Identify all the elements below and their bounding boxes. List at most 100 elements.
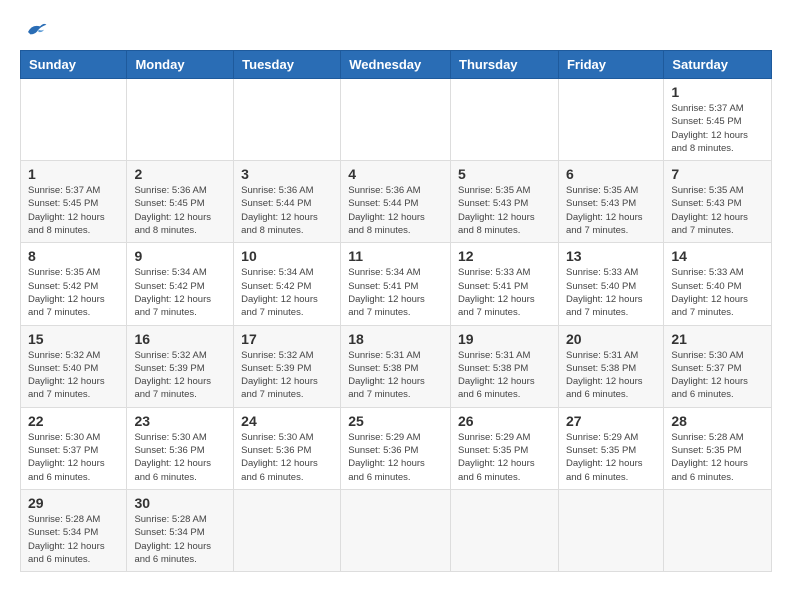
calendar-body: 1 Sunrise: 5:37 AMSunset: 5:45 PMDaylight… <box>21 79 772 572</box>
weekday-header-sunday: Sunday <box>21 51 127 79</box>
day-info: Sunrise: 5:33 AMSunset: 5:40 PMDaylight:… <box>566 266 656 319</box>
day-number: 12 <box>458 248 551 264</box>
calendar-cell: 5Sunrise: 5:35 AMSunset: 5:43 PMDaylight… <box>451 161 559 243</box>
day-info: Sunrise: 5:32 AMSunset: 5:40 PMDaylight:… <box>28 349 119 402</box>
day-number: 4 <box>348 166 443 182</box>
calendar-cell: 10Sunrise: 5:34 AMSunset: 5:42 PMDayligh… <box>234 243 341 325</box>
calendar-cell <box>127 79 234 161</box>
calendar-row: 1 Sunrise: 5:37 AMSunset: 5:45 PMDaylight… <box>21 161 772 243</box>
day-info: Sunrise: 5:36 AMSunset: 5:44 PMDaylight:… <box>241 184 333 237</box>
day-number: 17 <box>241 331 333 347</box>
day-number: 6 <box>566 166 656 182</box>
day-info: Sunrise: 5:37 AMSunset: 5:45 PMDaylight:… <box>671 102 764 155</box>
calendar-cell: 1 Sunrise: 5:37 AMSunset: 5:45 PMDaylight… <box>21 161 127 243</box>
day-info: Sunrise: 5:28 AMSunset: 5:34 PMDaylight:… <box>28 513 119 566</box>
day-info: Sunrise: 5:36 AMSunset: 5:44 PMDaylight:… <box>348 184 443 237</box>
day-number: 25 <box>348 413 443 429</box>
day-info: Sunrise: 5:31 AMSunset: 5:38 PMDaylight:… <box>458 349 551 402</box>
day-number: 19 <box>458 331 551 347</box>
weekday-header-monday: Monday <box>127 51 234 79</box>
day-info: Sunrise: 5:35 AMSunset: 5:43 PMDaylight:… <box>566 184 656 237</box>
day-info: Sunrise: 5:29 AMSunset: 5:35 PMDaylight:… <box>566 431 656 484</box>
calendar-cell <box>558 489 663 571</box>
day-info: Sunrise: 5:30 AMSunset: 5:36 PMDaylight:… <box>134 431 226 484</box>
day-info: Sunrise: 5:34 AMSunset: 5:42 PMDaylight:… <box>134 266 226 319</box>
calendar-cell: 26Sunrise: 5:29 AMSunset: 5:35 PMDayligh… <box>451 407 559 489</box>
day-info: Sunrise: 5:29 AMSunset: 5:36 PMDaylight:… <box>348 431 443 484</box>
day-number: 18 <box>348 331 443 347</box>
day-number: 2 <box>134 166 226 182</box>
calendar-cell: 3 Sunrise: 5:36 AMSunset: 5:44 PMDaylight… <box>234 161 341 243</box>
calendar-cell: 22 Sunrise: 5:30 AMSunset: 5:37 PMDayligh… <box>21 407 127 489</box>
calendar-cell: 14 Sunrise: 5:33 AMSunset: 5:40 PMDayligh… <box>664 243 772 325</box>
calendar-cell <box>341 489 451 571</box>
day-number: 21 <box>671 331 764 347</box>
weekday-header-saturday: Saturday <box>664 51 772 79</box>
weekday-header-friday: Friday <box>558 51 663 79</box>
day-info: Sunrise: 5:34 AMSunset: 5:41 PMDaylight:… <box>348 266 443 319</box>
calendar-header-row: SundayMondayTuesdayWednesdayThursdayFrid… <box>21 51 772 79</box>
day-info: Sunrise: 5:28 AMSunset: 5:35 PMDaylight:… <box>671 431 764 484</box>
calendar-cell: 18Sunrise: 5:31 AMSunset: 5:38 PMDayligh… <box>341 325 451 407</box>
calendar-cell <box>451 489 559 571</box>
calendar-cell: 8 Sunrise: 5:35 AMSunset: 5:42 PMDaylight… <box>21 243 127 325</box>
day-number: 27 <box>566 413 656 429</box>
calendar-cell: 11 Sunrise: 5:34 AMSunset: 5:41 PMDayligh… <box>341 243 451 325</box>
day-number: 9 <box>134 248 226 264</box>
calendar-cell: 30 Sunrise: 5:28 AMSunset: 5:34 PMDayligh… <box>127 489 234 571</box>
calendar-cell: 16Sunrise: 5:32 AMSunset: 5:39 PMDayligh… <box>127 325 234 407</box>
day-number: 10 <box>241 248 333 264</box>
day-number: 1 <box>28 166 119 182</box>
logo-bird-icon <box>24 20 48 40</box>
calendar-cell: 28Sunrise: 5:28 AMSunset: 5:35 PMDayligh… <box>664 407 772 489</box>
day-number: 20 <box>566 331 656 347</box>
day-info: Sunrise: 5:33 AMSunset: 5:40 PMDaylight:… <box>671 266 764 319</box>
logo <box>20 20 52 40</box>
calendar-cell: 25 Sunrise: 5:29 AMSunset: 5:36 PMDayligh… <box>341 407 451 489</box>
calendar-row: 8 Sunrise: 5:35 AMSunset: 5:42 PMDaylight… <box>21 243 772 325</box>
day-info: Sunrise: 5:28 AMSunset: 5:34 PMDaylight:… <box>134 513 226 566</box>
day-number: 15 <box>28 331 119 347</box>
day-number: 30 <box>134 495 226 511</box>
calendar-row: 29Sunrise: 5:28 AMSunset: 5:34 PMDayligh… <box>21 489 772 571</box>
day-number: 23 <box>134 413 226 429</box>
calendar-cell <box>664 489 772 571</box>
calendar-cell <box>21 79 127 161</box>
calendar-cell: 12 Sunrise: 5:33 AMSunset: 5:41 PMDayligh… <box>451 243 559 325</box>
weekday-header-wednesday: Wednesday <box>341 51 451 79</box>
calendar-cell: 24 Sunrise: 5:30 AMSunset: 5:36 PMDayligh… <box>234 407 341 489</box>
day-number: 7 <box>671 166 764 182</box>
day-number: 14 <box>671 248 764 264</box>
calendar-cell: 27 Sunrise: 5:29 AMSunset: 5:35 PMDayligh… <box>558 407 663 489</box>
day-number: 8 <box>28 248 119 264</box>
day-info: Sunrise: 5:36 AMSunset: 5:45 PMDaylight:… <box>134 184 226 237</box>
day-info: Sunrise: 5:31 AMSunset: 5:38 PMDaylight:… <box>566 349 656 402</box>
day-info: Sunrise: 5:32 AMSunset: 5:39 PMDaylight:… <box>134 349 226 402</box>
day-number: 24 <box>241 413 333 429</box>
day-info: Sunrise: 5:33 AMSunset: 5:41 PMDaylight:… <box>458 266 551 319</box>
calendar-cell: 20 Sunrise: 5:31 AMSunset: 5:38 PMDayligh… <box>558 325 663 407</box>
day-info: Sunrise: 5:35 AMSunset: 5:43 PMDaylight:… <box>671 184 764 237</box>
calendar-cell: 19 Sunrise: 5:31 AMSunset: 5:38 PMDayligh… <box>451 325 559 407</box>
day-info: Sunrise: 5:37 AMSunset: 5:45 PMDaylight:… <box>28 184 119 237</box>
day-info: Sunrise: 5:30 AMSunset: 5:37 PMDaylight:… <box>28 431 119 484</box>
day-number: 22 <box>28 413 119 429</box>
calendar-cell: 2 Sunrise: 5:36 AMSunset: 5:45 PMDaylight… <box>127 161 234 243</box>
calendar-cell <box>234 79 341 161</box>
calendar-cell: 13 Sunrise: 5:33 AMSunset: 5:40 PMDayligh… <box>558 243 663 325</box>
calendar-cell <box>558 79 663 161</box>
day-number: 5 <box>458 166 551 182</box>
day-number: 11 <box>348 248 443 264</box>
calendar-cell <box>341 79 451 161</box>
calendar-cell: 7 Sunrise: 5:35 AMSunset: 5:43 PMDaylight… <box>664 161 772 243</box>
calendar-cell <box>451 79 559 161</box>
calendar-cell <box>234 489 341 571</box>
day-number: 3 <box>241 166 333 182</box>
calendar-cell: 29Sunrise: 5:28 AMSunset: 5:34 PMDayligh… <box>21 489 127 571</box>
weekday-header-tuesday: Tuesday <box>234 51 341 79</box>
day-number: 1 <box>671 84 764 100</box>
day-info: Sunrise: 5:30 AMSunset: 5:36 PMDaylight:… <box>241 431 333 484</box>
day-info: Sunrise: 5:35 AMSunset: 5:42 PMDaylight:… <box>28 266 119 319</box>
day-number: 13 <box>566 248 656 264</box>
calendar-cell: 17Sunrise: 5:32 AMSunset: 5:39 PMDayligh… <box>234 325 341 407</box>
